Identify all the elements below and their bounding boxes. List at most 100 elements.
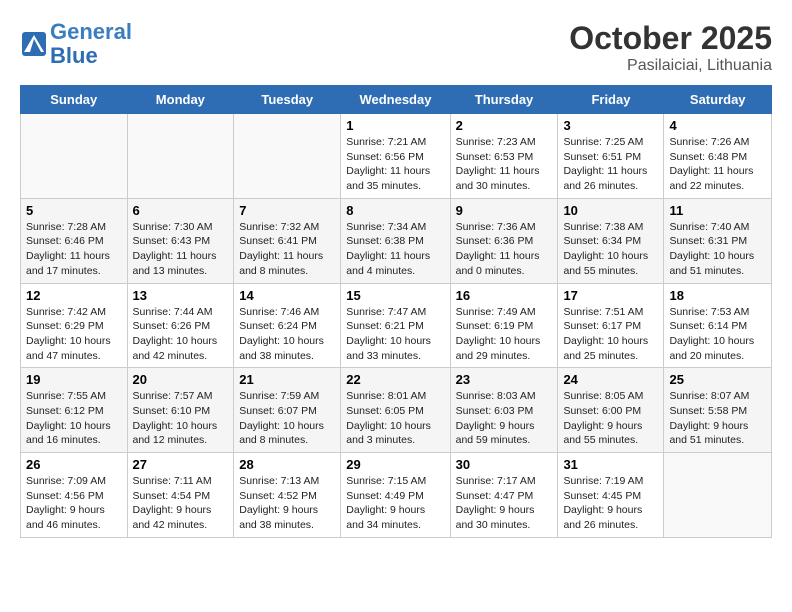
day-number: 27 <box>133 457 229 472</box>
day-number: 22 <box>346 372 444 387</box>
day-info: Sunrise: 7:47 AM Sunset: 6:21 PM Dayligh… <box>346 305 444 364</box>
day-number: 10 <box>563 203 658 218</box>
day-info: Sunrise: 7:30 AM Sunset: 6:43 PM Dayligh… <box>133 220 229 279</box>
day-info: Sunrise: 7:51 AM Sunset: 6:17 PM Dayligh… <box>563 305 658 364</box>
weekday-header-thursday: Thursday <box>450 86 558 114</box>
calendar-cell: 26 Sunrise: 7:09 AM Sunset: 4:56 PM Dayli… <box>21 453 128 538</box>
day-number: 17 <box>563 288 658 303</box>
day-number: 18 <box>669 288 766 303</box>
week-row-2: 5 Sunrise: 7:28 AM Sunset: 6:46 PM Daylig… <box>21 198 772 283</box>
calendar-cell: 25 Sunrise: 8:07 AM Sunset: 5:58 PM Dayli… <box>664 368 772 453</box>
calendar-header: SundayMondayTuesdayWednesdayThursdayFrid… <box>21 86 772 114</box>
day-number: 6 <box>133 203 229 218</box>
calendar-cell: 2Sunrise: 7:23 AM Sunset: 6:53 PM Daylig… <box>450 114 558 199</box>
day-number: 16 <box>456 288 553 303</box>
day-info: Sunrise: 7:55 AM Sunset: 6:12 PM Dayligh… <box>26 389 122 448</box>
weekday-header-saturday: Saturday <box>664 86 772 114</box>
week-row-3: 12Sunrise: 7:42 AM Sunset: 6:29 PM Dayli… <box>21 283 772 368</box>
calendar-cell: 9Sunrise: 7:36 AM Sunset: 6:36 PM Daylig… <box>450 198 558 283</box>
day-info: Sunrise: 8:03 AM Sunset: 6:03 PM Dayligh… <box>456 389 553 448</box>
day-number: 20 <box>133 372 229 387</box>
calendar-cell: 11 Sunrise: 7:40 AM Sunset: 6:31 PM Dayli… <box>664 198 772 283</box>
day-info: Sunrise: 7:46 AM Sunset: 6:24 PM Dayligh… <box>239 305 335 364</box>
calendar-cell <box>127 114 234 199</box>
day-number: 21 <box>239 372 335 387</box>
calendar-cell: 1 Sunrise: 7:21 AM Sunset: 6:56 PM Daylig… <box>341 114 450 199</box>
day-number: 5 <box>26 203 122 218</box>
calendar-cell: 6 Sunrise: 7:30 AM Sunset: 6:43 PM Daylig… <box>127 198 234 283</box>
logo-icon <box>20 30 48 58</box>
day-number: 4 <box>669 118 766 133</box>
day-number: 24 <box>563 372 658 387</box>
calendar-cell: 4 Sunrise: 7:26 AM Sunset: 6:48 PM Daylig… <box>664 114 772 199</box>
week-row-5: 26 Sunrise: 7:09 AM Sunset: 4:56 PM Dayli… <box>21 453 772 538</box>
calendar-cell: 20 Sunrise: 7:57 AM Sunset: 6:10 PM Dayli… <box>127 368 234 453</box>
day-info: Sunrise: 7:57 AM Sunset: 6:10 PM Dayligh… <box>133 389 229 448</box>
calendar-cell: 15 Sunrise: 7:47 AM Sunset: 6:21 PM Dayli… <box>341 283 450 368</box>
logo: General Blue <box>20 20 132 68</box>
day-info: Sunrise: 7:34 AM Sunset: 6:38 PM Dayligh… <box>346 220 444 279</box>
weekday-header-tuesday: Tuesday <box>234 86 341 114</box>
calendar-cell: 14Sunrise: 7:46 AM Sunset: 6:24 PM Dayli… <box>234 283 341 368</box>
calendar-table: SundayMondayTuesdayWednesdayThursdayFrid… <box>20 85 772 538</box>
day-info: Sunrise: 7:28 AM Sunset: 6:46 PM Dayligh… <box>26 220 122 279</box>
location-title: Pasilaiciai, Lithuania <box>569 57 772 75</box>
day-info: Sunrise: 7:36 AM Sunset: 6:36 PM Dayligh… <box>456 220 553 279</box>
calendar-cell: 3 Sunrise: 7:25 AM Sunset: 6:51 PM Daylig… <box>558 114 664 199</box>
day-info: Sunrise: 7:09 AM Sunset: 4:56 PM Dayligh… <box>26 474 122 533</box>
day-number: 11 <box>669 203 766 218</box>
weekday-header-sunday: Sunday <box>21 86 128 114</box>
day-number: 28 <box>239 457 335 472</box>
day-number: 26 <box>26 457 122 472</box>
calendar-cell <box>664 453 772 538</box>
weekday-header-friday: Friday <box>558 86 664 114</box>
day-info: Sunrise: 7:17 AM Sunset: 4:47 PM Dayligh… <box>456 474 553 533</box>
calendar-cell: 29Sunrise: 7:15 AM Sunset: 4:49 PM Dayli… <box>341 453 450 538</box>
weekday-header-wednesday: Wednesday <box>341 86 450 114</box>
day-info: Sunrise: 7:13 AM Sunset: 4:52 PM Dayligh… <box>239 474 335 533</box>
day-info: Sunrise: 7:19 AM Sunset: 4:45 PM Dayligh… <box>563 474 658 533</box>
logo-text: General Blue <box>50 20 132 68</box>
day-number: 13 <box>133 288 229 303</box>
day-info: Sunrise: 7:26 AM Sunset: 6:48 PM Dayligh… <box>669 135 766 194</box>
day-number: 19 <box>26 372 122 387</box>
calendar-cell: 10 Sunrise: 7:38 AM Sunset: 6:34 PM Dayli… <box>558 198 664 283</box>
day-info: Sunrise: 7:40 AM Sunset: 6:31 PM Dayligh… <box>669 220 766 279</box>
calendar-body: 1 Sunrise: 7:21 AM Sunset: 6:56 PM Daylig… <box>21 114 772 538</box>
day-info: Sunrise: 7:59 AM Sunset: 6:07 PM Dayligh… <box>239 389 335 448</box>
weekday-row: SundayMondayTuesdayWednesdayThursdayFrid… <box>21 86 772 114</box>
day-info: Sunrise: 7:53 AM Sunset: 6:14 PM Dayligh… <box>669 305 766 364</box>
day-info: Sunrise: 7:32 AM Sunset: 6:41 PM Dayligh… <box>239 220 335 279</box>
calendar-cell <box>21 114 128 199</box>
day-number: 25 <box>669 372 766 387</box>
day-info: Sunrise: 8:05 AM Sunset: 6:00 PM Dayligh… <box>563 389 658 448</box>
title-block: October 2025 Pasilaiciai, Lithuania <box>569 20 772 75</box>
calendar-cell: 31Sunrise: 7:19 AM Sunset: 4:45 PM Dayli… <box>558 453 664 538</box>
month-title: October 2025 <box>569 20 772 57</box>
calendar-cell: 7 Sunrise: 7:32 AM Sunset: 6:41 PM Daylig… <box>234 198 341 283</box>
day-info: Sunrise: 7:15 AM Sunset: 4:49 PM Dayligh… <box>346 474 444 533</box>
day-number: 2 <box>456 118 553 133</box>
page-header: General Blue October 2025 Pasilaiciai, L… <box>20 20 772 75</box>
day-info: Sunrise: 7:21 AM Sunset: 6:56 PM Dayligh… <box>346 135 444 194</box>
calendar-cell: 17 Sunrise: 7:51 AM Sunset: 6:17 PM Dayli… <box>558 283 664 368</box>
day-number: 30 <box>456 457 553 472</box>
day-info: Sunrise: 7:49 AM Sunset: 6:19 PM Dayligh… <box>456 305 553 364</box>
calendar-cell: 27Sunrise: 7:11 AM Sunset: 4:54 PM Dayli… <box>127 453 234 538</box>
day-info: Sunrise: 7:25 AM Sunset: 6:51 PM Dayligh… <box>563 135 658 194</box>
day-info: Sunrise: 7:38 AM Sunset: 6:34 PM Dayligh… <box>563 220 658 279</box>
calendar-cell <box>234 114 341 199</box>
calendar-cell: 19 Sunrise: 7:55 AM Sunset: 6:12 PM Dayli… <box>21 368 128 453</box>
calendar-cell: 21 Sunrise: 7:59 AM Sunset: 6:07 PM Dayli… <box>234 368 341 453</box>
day-number: 15 <box>346 288 444 303</box>
calendar-cell: 30 Sunrise: 7:17 AM Sunset: 4:47 PM Dayli… <box>450 453 558 538</box>
calendar-cell: 22Sunrise: 8:01 AM Sunset: 6:05 PM Dayli… <box>341 368 450 453</box>
day-number: 8 <box>346 203 444 218</box>
day-info: Sunrise: 8:07 AM Sunset: 5:58 PM Dayligh… <box>669 389 766 448</box>
day-number: 7 <box>239 203 335 218</box>
calendar-cell: 16 Sunrise: 7:49 AM Sunset: 6:19 PM Dayli… <box>450 283 558 368</box>
day-number: 3 <box>563 118 658 133</box>
calendar-cell: 28 Sunrise: 7:13 AM Sunset: 4:52 PM Dayli… <box>234 453 341 538</box>
calendar-cell: 18 Sunrise: 7:53 AM Sunset: 6:14 PM Dayli… <box>664 283 772 368</box>
day-number: 1 <box>346 118 444 133</box>
